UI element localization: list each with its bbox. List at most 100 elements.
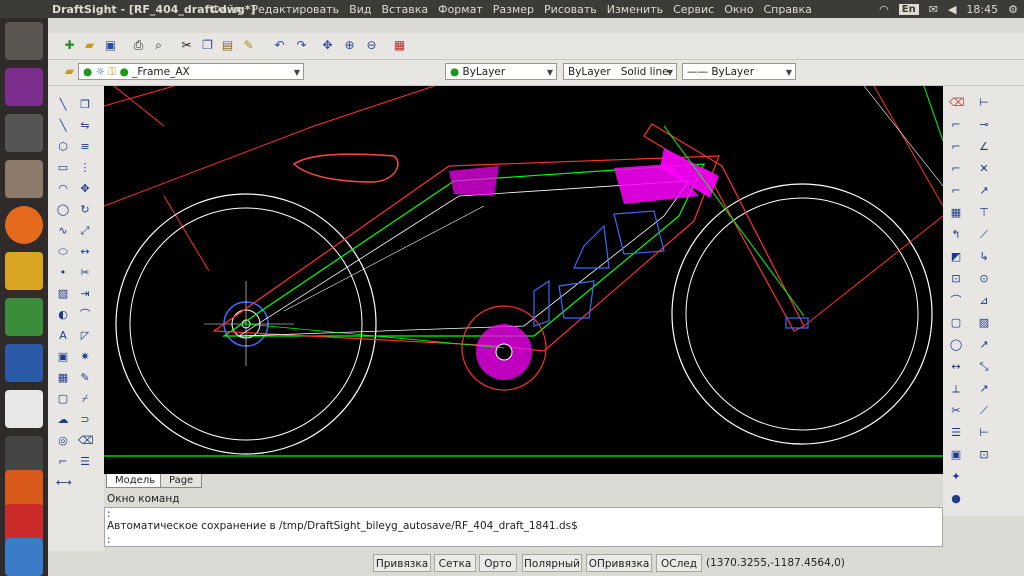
curve-icon[interactable]: ⌒: [949, 294, 963, 308]
draftsight-icon[interactable]: [5, 68, 43, 106]
osnap-button[interactable]: ОПривязка: [586, 554, 652, 572]
scale-icon[interactable]: ⤢: [78, 224, 92, 238]
break-icon[interactable]: ⌿: [78, 392, 92, 406]
dim-continue-icon[interactable]: ⊿: [977, 294, 991, 308]
trim-icon[interactable]: ✂: [78, 266, 92, 280]
volume-icon[interactable]: ◀: [948, 3, 956, 16]
settings-icon[interactable]: [5, 252, 43, 290]
block-icon[interactable]: ▣: [56, 350, 70, 364]
erase-icon[interactable]: ⌫: [78, 434, 94, 448]
dim-ordinate-icon[interactable]: ⟋: [977, 228, 991, 242]
clock[interactable]: 18:45: [966, 3, 998, 16]
snap-end-icon[interactable]: ⌐: [949, 140, 963, 154]
hatch-icon[interactable]: ▨: [56, 287, 70, 301]
circle-icon[interactable]: ◯: [56, 203, 70, 217]
stretch-icon[interactable]: ↔: [78, 245, 92, 259]
layer-dropdown[interactable]: ● ☼ ⚿ ● _Frame_AX ▼: [78, 63, 304, 80]
menu-view[interactable]: Вид: [344, 3, 376, 16]
fillet-icon[interactable]: ⌒: [78, 308, 92, 322]
menu-window[interactable]: Окно: [719, 3, 758, 16]
tab-model[interactable]: Модель: [106, 474, 165, 488]
wifi-icon[interactable]: ◠: [879, 3, 889, 16]
layer-manager-icon[interactable]: ▦: [392, 38, 407, 53]
terminal-icon[interactable]: [5, 436, 43, 474]
rotate-icon[interactable]: ↻: [78, 203, 92, 217]
leader-icon[interactable]: ↗: [977, 338, 991, 352]
line-icon[interactable]: ╲: [56, 98, 70, 112]
print-icon[interactable]: ⎙: [131, 38, 146, 53]
new-icon[interactable]: ✚: [62, 38, 77, 53]
rectangle-select-icon[interactable]: ▢: [949, 316, 963, 330]
otrack-button[interactable]: ОСлед: [656, 554, 702, 572]
save-icon[interactable]: ▣: [103, 38, 118, 53]
linetype-dropdown[interactable]: ByLayer Solid line ▼: [563, 63, 677, 80]
writer-icon[interactable]: [5, 344, 43, 382]
spreadsheet-icon[interactable]: [5, 298, 43, 336]
chamfer-icon[interactable]: ◸: [78, 329, 92, 343]
gmail-icon[interactable]: [5, 504, 43, 542]
gear-icon[interactable]: ⚙: [1008, 3, 1018, 16]
dim-angular-icon[interactable]: ∠: [977, 140, 991, 154]
files-icon[interactable]: [5, 160, 43, 198]
spline-icon[interactable]: ∿: [56, 224, 70, 238]
ortho-button[interactable]: Орто: [479, 554, 517, 572]
menu-tools[interactable]: Сервис: [668, 3, 719, 16]
polar-button[interactable]: Полярный: [522, 554, 582, 572]
dim-style-icon[interactable]: ↗: [977, 382, 991, 396]
polygon-icon[interactable]: ⬡: [56, 140, 70, 154]
snap-icon[interactable]: ⌐: [949, 118, 963, 132]
dim-linear-icon[interactable]: ⊢: [977, 96, 991, 110]
match-properties-icon[interactable]: ✎: [241, 38, 256, 53]
snap-mid-icon[interactable]: ⌐: [949, 162, 963, 176]
area-icon[interactable]: ✂: [949, 404, 963, 418]
text-icon[interactable]: A: [56, 329, 70, 343]
menu-format[interactable]: Формат: [433, 3, 488, 16]
command-prompt[interactable]: :: [107, 534, 111, 546]
render-icon[interactable]: ✦: [949, 470, 963, 484]
menu-file[interactable]: Файл: [206, 3, 246, 16]
color-dropdown[interactable]: ● ByLayer ▼: [445, 63, 557, 80]
eraser-icon[interactable]: ⌫: [949, 96, 965, 110]
bomb-icon[interactable]: ●: [949, 492, 963, 506]
zoom-window-icon[interactable]: ⊡: [949, 272, 963, 286]
view-icon[interactable]: ◩: [949, 250, 963, 264]
dim-update-icon[interactable]: ⊡: [977, 448, 991, 462]
move-icon[interactable]: ✥: [78, 182, 92, 196]
dim-aligned-icon[interactable]: ⊸: [977, 118, 991, 132]
dim-baseline-icon[interactable]: ↳: [977, 250, 991, 264]
zoom-icon[interactable]: ⊕: [342, 38, 357, 53]
dimension-icon[interactable]: ⟷: [56, 476, 72, 490]
arc-icon[interactable]: ◠: [56, 182, 70, 196]
array-icon[interactable]: ⋮: [78, 161, 92, 175]
mail-icon[interactable]: ✉: [929, 3, 938, 16]
snap-button[interactable]: Привязка: [373, 554, 431, 572]
dim-edit-icon[interactable]: ⤡: [977, 360, 991, 374]
open-icon[interactable]: ▰: [82, 38, 97, 53]
lineweight-dropdown[interactable]: —— ByLayer ▼: [682, 63, 796, 80]
donut-icon[interactable]: ◎: [56, 434, 70, 448]
workspace-icon[interactable]: [5, 114, 43, 152]
menu-help[interactable]: Справка: [758, 3, 816, 16]
dim-diameter-icon[interactable]: ⊤: [977, 206, 991, 220]
tab-page[interactable]: Page: [160, 474, 203, 488]
list-icon[interactable]: ☰: [949, 426, 963, 440]
paste-icon[interactable]: ▤: [220, 38, 235, 53]
menu-edit[interactable]: Редактировать: [246, 3, 344, 16]
command-window[interactable]: : Автоматическое сохранение в /tmp/Draft…: [104, 507, 943, 547]
infinite-line-icon[interactable]: ╲: [56, 119, 70, 133]
snap-center-icon[interactable]: ⌐: [949, 184, 963, 198]
copy-icon[interactable]: ❐: [200, 38, 215, 53]
ellipse-icon[interactable]: ⬭: [56, 245, 70, 259]
fence-icon[interactable]: ↔: [949, 360, 963, 374]
print-preview-icon[interactable]: ⌕: [151, 38, 166, 53]
menu-dimension[interactable]: Размер: [488, 3, 539, 16]
edit-polyline-icon[interactable]: ✎: [78, 371, 92, 385]
zoom-previous-icon[interactable]: ⊖: [364, 38, 379, 53]
join-icon[interactable]: ⊃: [78, 413, 92, 427]
undo-icon[interactable]: ↶: [272, 38, 287, 53]
menu-insert[interactable]: Вставка: [376, 3, 433, 16]
software-center-icon[interactable]: [5, 470, 43, 508]
app-icon[interactable]: [5, 538, 43, 576]
revision-cloud-icon[interactable]: ☁: [56, 413, 70, 427]
offset-icon[interactable]: ≡: [78, 140, 92, 154]
